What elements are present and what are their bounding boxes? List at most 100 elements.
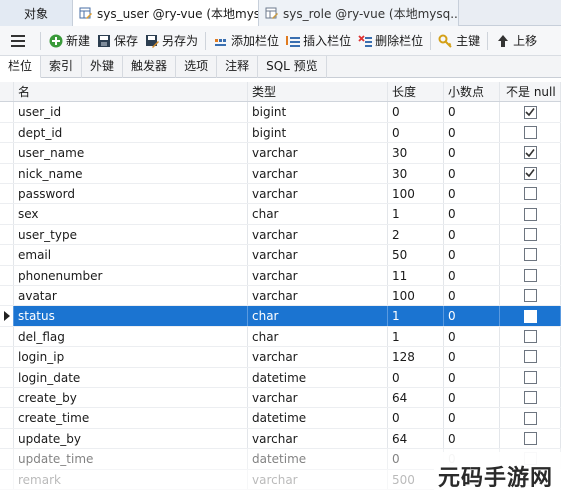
row-indicator[interactable] [0, 224, 14, 245]
field-decimals-cell[interactable]: 0 [444, 224, 500, 245]
table-row[interactable]: update_by varchar 64 0 [0, 428, 561, 450]
field-name-cell[interactable]: create_time [14, 408, 248, 428]
move-up-button[interactable]: 上移 [492, 30, 540, 52]
row-indicator[interactable] [0, 184, 14, 204]
column-header-name[interactable]: 名 [14, 82, 248, 102]
primary-key-button[interactable]: 主键 [435, 30, 483, 52]
table-row[interactable]: login_date datetime 0 0 [0, 367, 561, 388]
field-type-cell[interactable]: char [248, 326, 388, 347]
field-length-cell[interactable]: 64 [388, 428, 444, 449]
row-indicator[interactable] [0, 102, 14, 122]
table-row[interactable]: create_by varchar 64 0 [0, 388, 561, 409]
field-name-cell[interactable]: dept_id [14, 122, 248, 143]
column-header-decimals[interactable]: 小数点 [444, 82, 500, 102]
not-null-checkbox[interactable] [523, 187, 537, 201]
row-indicator[interactable] [0, 163, 14, 183]
row-indicator[interactable] [0, 347, 14, 367]
field-length-cell[interactable]: 2 [388, 224, 444, 245]
field-name-cell[interactable]: user_name [14, 143, 248, 163]
row-indicator[interactable] [0, 143, 14, 163]
field-length-cell[interactable]: 128 [388, 347, 444, 367]
row-indicator[interactable] [0, 122, 14, 143]
field-type-cell[interactable]: varchar [248, 388, 388, 408]
not-null-checkbox[interactable] [523, 146, 537, 160]
field-decimals-cell[interactable]: 0 [444, 184, 500, 204]
field-length-cell[interactable]: 0 [388, 122, 444, 143]
not-null-checkbox[interactable] [523, 227, 537, 241]
field-length-cell[interactable]: 0 [388, 367, 444, 387]
field-type-cell[interactable]: varchar [248, 163, 388, 183]
table-row[interactable]: password varchar 100 0 [0, 184, 561, 205]
row-indicator[interactable] [0, 408, 14, 428]
row-indicator[interactable] [0, 326, 14, 347]
field-name-cell[interactable]: phonenumber [14, 265, 248, 285]
field-decimals-cell[interactable]: 0 [444, 367, 500, 387]
field-name-cell[interactable]: login_date [14, 367, 248, 387]
table-row[interactable]: sex char 1 0 [0, 204, 561, 225]
not-null-checkbox[interactable] [523, 329, 537, 343]
table-row[interactable]: user_id bigint 0 0 [0, 102, 561, 123]
field-type-cell[interactable]: varchar [248, 245, 388, 265]
row-indicator[interactable] [0, 286, 14, 306]
save-button[interactable]: 保存 [93, 30, 141, 52]
tab-sql-preview[interactable]: SQL 预览 [258, 56, 327, 78]
not-null-checkbox[interactable] [523, 309, 537, 323]
tab-objects[interactable]: 对象 [0, 0, 73, 26]
field-name-cell[interactable]: sex [14, 204, 248, 224]
tab-options[interactable]: 选项 [176, 56, 218, 78]
column-header-type[interactable]: 类型 [248, 82, 388, 102]
field-length-cell[interactable]: 100 [388, 184, 444, 204]
field-length-cell[interactable]: 0 [388, 102, 444, 122]
field-decimals-cell[interactable]: 0 [444, 143, 500, 163]
insert-field-button[interactable]: 插入栏位 [282, 30, 354, 52]
field-decimals-cell[interactable]: 0 [444, 408, 500, 428]
field-name-cell[interactable]: user_id [14, 102, 248, 122]
row-indicator[interactable] [0, 469, 14, 489]
not-null-checkbox[interactable] [523, 391, 537, 405]
field-decimals-cell[interactable]: 0 [444, 122, 500, 143]
field-type-cell[interactable]: varchar [248, 286, 388, 306]
field-length-cell[interactable]: 1 [388, 326, 444, 347]
not-null-checkbox[interactable] [523, 166, 537, 180]
field-decimals-cell[interactable]: 0 [444, 245, 500, 265]
field-type-cell[interactable]: varchar [248, 224, 388, 245]
field-length-cell[interactable]: 50 [388, 245, 444, 265]
field-type-cell[interactable]: varchar [248, 265, 388, 285]
field-type-cell[interactable]: varchar [248, 347, 388, 367]
field-type-cell[interactable]: bigint [248, 122, 388, 143]
table-row[interactable]: user_type varchar 2 0 [0, 224, 561, 246]
field-length-cell[interactable]: 30 [388, 143, 444, 163]
field-type-cell[interactable]: datetime [248, 367, 388, 387]
field-name-cell[interactable]: update_by [14, 428, 248, 449]
field-length-cell[interactable]: 11 [388, 265, 444, 285]
not-null-checkbox[interactable] [523, 370, 537, 384]
field-decimals-cell[interactable]: 0 [444, 163, 500, 183]
table-row[interactable]: nick_name varchar 30 0 [0, 163, 561, 184]
field-decimals-cell[interactable]: 0 [444, 265, 500, 285]
row-indicator[interactable] [0, 306, 14, 326]
delete-field-button[interactable]: 删除栏位 [354, 30, 426, 52]
field-type-cell[interactable]: varchar [248, 143, 388, 163]
field-name-cell[interactable]: avatar [14, 286, 248, 306]
field-name-cell[interactable]: login_ip [14, 347, 248, 367]
field-decimals-cell[interactable]: 0 [444, 326, 500, 347]
field-type-cell[interactable]: datetime [248, 408, 388, 428]
field-length-cell[interactable]: 0 [388, 408, 444, 428]
table-row[interactable]: status char 1 0 [0, 306, 561, 327]
table-row[interactable]: del_flag char 1 0 [0, 326, 561, 348]
table-row[interactable]: user_name varchar 30 0 [0, 143, 561, 164]
row-indicator[interactable] [0, 449, 14, 469]
not-null-checkbox[interactable] [523, 268, 537, 282]
field-length-cell[interactable]: 30 [388, 163, 444, 183]
table-row[interactable]: avatar varchar 100 0 [0, 286, 561, 307]
not-null-checkbox[interactable] [523, 105, 537, 119]
field-length-cell[interactable]: 64 [388, 388, 444, 408]
save-as-button[interactable]: 另存为 [141, 30, 201, 52]
tab-comment[interactable]: 注释 [217, 56, 259, 78]
field-length-cell[interactable]: 100 [388, 286, 444, 306]
field-decimals-cell[interactable]: 0 [444, 388, 500, 408]
table-row[interactable]: phonenumber varchar 11 0 [0, 265, 561, 286]
table-row[interactable]: dept_id bigint 0 0 [0, 122, 561, 144]
tab-triggers[interactable]: 触发器 [123, 56, 177, 78]
not-null-checkbox[interactable] [523, 431, 537, 445]
